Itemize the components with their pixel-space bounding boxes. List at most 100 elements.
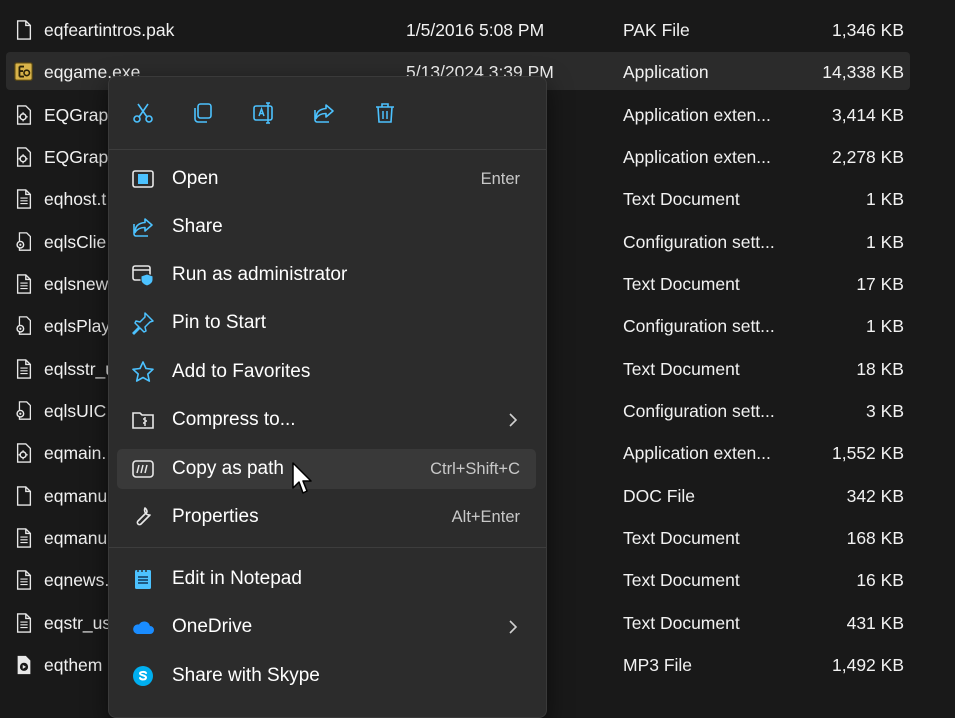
file-name: eqnews. <box>44 570 110 591</box>
menu-item-label: Run as administrator <box>172 264 348 285</box>
config-file-icon <box>16 231 31 251</box>
scissors-icon <box>133 103 153 123</box>
file-name: eqlsnew <box>44 273 109 294</box>
text-file-icon <box>16 274 32 294</box>
shield-icon <box>132 265 154 287</box>
menu-item-label: Open <box>172 168 219 189</box>
file-type: Configuration sett... <box>623 316 775 337</box>
text-file-icon <box>16 612 32 633</box>
file-size: 1 KB <box>866 231 904 252</box>
file-size: 431 KB <box>846 612 904 633</box>
file-name: eqlsstr_u <box>44 358 116 379</box>
zip-folder-icon <box>132 412 154 429</box>
file-size: 3 KB <box>866 400 904 421</box>
menu-item-label: Copy as path <box>172 458 284 479</box>
config-file-icon <box>16 316 31 336</box>
text-file-icon <box>16 570 32 591</box>
file-name: eqlsClie <box>44 231 107 252</box>
file-type: PAK File <box>623 20 690 40</box>
menu-item-share[interactable]: Share <box>117 207 536 247</box>
file-size: 1,346 KB <box>832 20 904 40</box>
file-name: eqmanu <box>44 485 108 506</box>
app-exe-icon <box>14 62 33 82</box>
notepad-icon <box>135 569 151 589</box>
open-app-icon <box>132 170 154 188</box>
file-size: 3,414 KB <box>832 104 904 125</box>
copy-icon <box>194 103 212 123</box>
menu-item-compress-to[interactable]: Compress to... <box>117 400 536 440</box>
file-size: 1 KB <box>866 316 904 337</box>
menu-separator <box>109 547 546 548</box>
share-icon <box>314 104 334 123</box>
menu-item-label: Share with Skype <box>172 665 320 686</box>
menu-item-label: Edit in Notepad <box>172 568 302 589</box>
file-size: 18 KB <box>856 358 904 379</box>
media-file-icon <box>17 655 31 675</box>
file-name: EQGrapl <box>44 104 113 125</box>
star-icon <box>132 361 154 382</box>
menu-item-copy-as-path[interactable]: Copy as path Ctrl+Shift+C <box>117 449 536 489</box>
rename-icon <box>253 102 273 124</box>
rename-button[interactable] <box>248 97 280 129</box>
mouse-pointer-icon <box>292 462 312 494</box>
file-name: eqhost.t <box>44 189 107 210</box>
menu-item-shortcut: Enter <box>480 170 520 188</box>
file-name: eqlsUIC <box>44 400 107 421</box>
chevron-right-icon <box>509 620 518 634</box>
delete-button[interactable] <box>369 97 401 129</box>
file-type: Application exten... <box>623 443 771 464</box>
copy-button[interactable] <box>187 97 219 129</box>
file-name: eqfeartintros.pak <box>44 20 175 40</box>
file-name: eqlsPlay <box>44 316 111 337</box>
cut-button[interactable] <box>127 97 159 129</box>
trash-icon <box>376 103 394 123</box>
file-name: eqmanu <box>44 527 108 548</box>
share-button[interactable] <box>308 97 340 129</box>
file-type: Application exten... <box>623 104 771 125</box>
menu-item-label: Compress to... <box>172 409 296 430</box>
file-type: Configuration sett... <box>623 400 775 421</box>
file-size: 168 KB <box>846 527 904 548</box>
file-name: EQGrapl <box>44 146 113 167</box>
file-size: 1,552 KB <box>832 443 904 464</box>
menu-item-open[interactable]: Open Enter <box>117 159 536 199</box>
menu-item-run-as-administrator[interactable]: Run as administrator <box>117 255 536 295</box>
text-file-icon <box>16 189 32 210</box>
share-icon <box>133 218 153 237</box>
file-size: 2,278 KB <box>832 146 904 167</box>
pin-icon <box>132 312 154 335</box>
menu-item-label: Add to Favorites <box>172 361 311 382</box>
dll-icon <box>16 104 32 125</box>
file-size: 1,492 KB <box>832 654 904 675</box>
menu-item-edit-in-notepad[interactable]: Edit in Notepad <box>117 559 536 599</box>
file-size: 14,338 KB <box>822 62 904 83</box>
menu-item-properties[interactable]: Properties Alt+Enter <box>117 497 536 537</box>
menu-item-add-to-favorites[interactable]: Add to Favorites <box>117 352 536 392</box>
file-row[interactable]: eqfeartintros.pak 1/5/2016 5:08 PM PAK Fil… <box>6 10 910 48</box>
menu-item-share-with-skype[interactable]: Share with Skype <box>117 656 536 696</box>
file-size: 16 KB <box>856 570 904 591</box>
text-file-icon <box>16 358 32 379</box>
file-type: MP3 File <box>623 654 693 675</box>
file-size: 1 KB <box>866 189 904 210</box>
document-icon <box>16 485 32 506</box>
menu-item-label: OneDrive <box>172 616 253 637</box>
menu-item-shortcut: Alt+Enter <box>451 508 520 526</box>
copy-path-icon <box>132 460 154 478</box>
menu-item-onedrive[interactable]: OneDrive <box>117 607 536 647</box>
file-type: Configuration sett... <box>623 231 775 252</box>
file-date-modified: 1/5/2016 5:08 PM <box>406 20 545 40</box>
file-type: Application <box>623 62 709 83</box>
menu-separator <box>109 149 546 150</box>
menu-item-label: Pin to Start <box>172 312 266 333</box>
file-size: 17 KB <box>856 273 904 294</box>
skype-icon <box>133 666 153 686</box>
file-type: Application exten... <box>623 146 771 167</box>
wrench-icon <box>136 507 151 526</box>
text-file-icon <box>16 528 32 548</box>
context-menu-quick-actions <box>109 77 546 149</box>
file-type: DOC File <box>623 485 695 506</box>
menu-item-pin-to-start[interactable]: Pin to Start <box>117 303 536 343</box>
file-name: eqmain. <box>44 443 107 464</box>
menu-item-shortcut: Ctrl+Shift+C <box>430 460 520 478</box>
